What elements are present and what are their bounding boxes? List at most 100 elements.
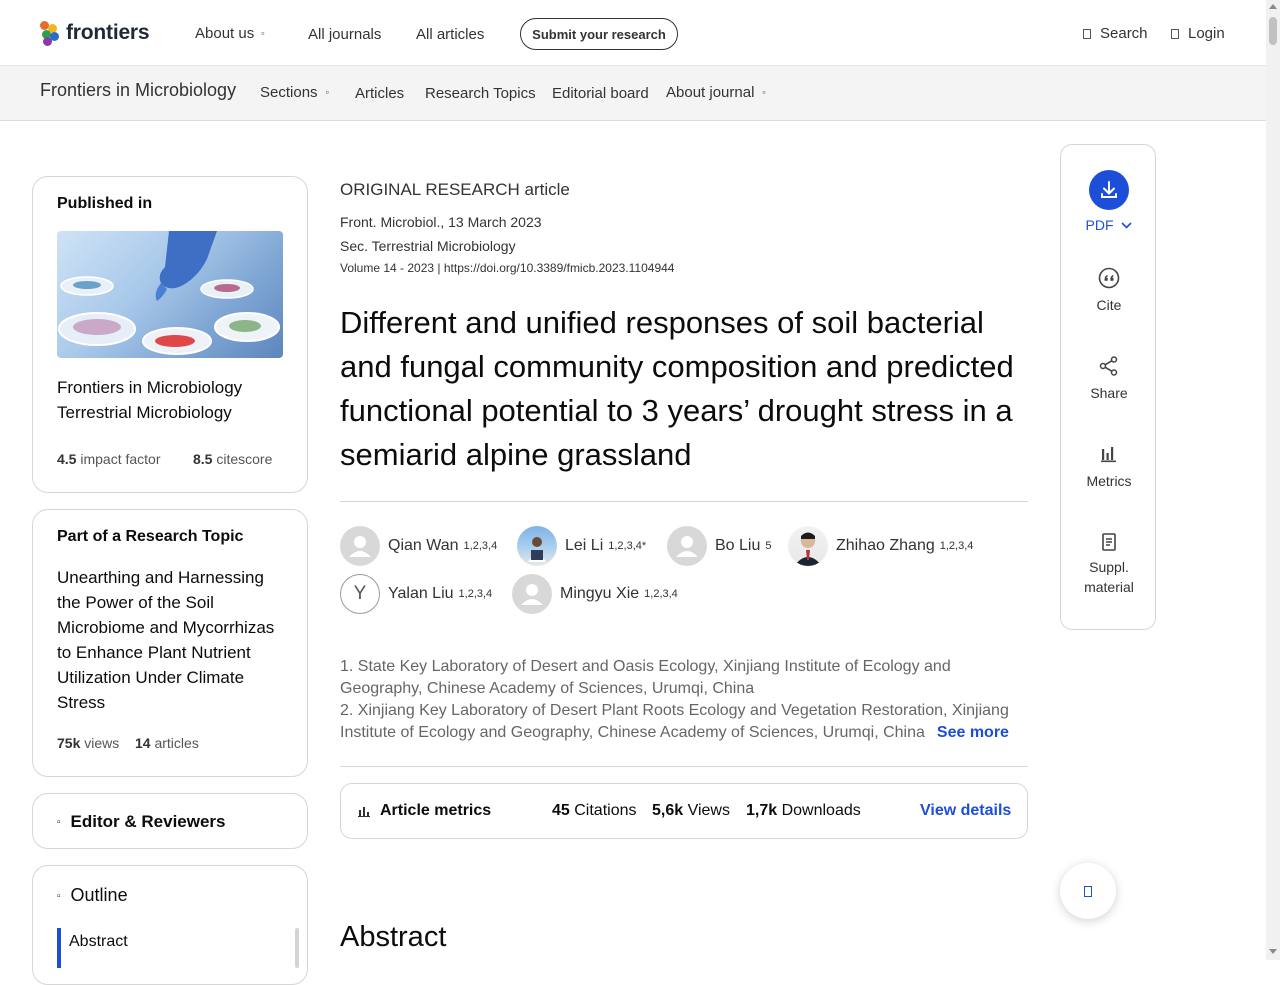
topic-views-value: 75k	[57, 735, 81, 751]
article-tools-panel: PDF Cite Share Metrics Suppl. material	[1060, 144, 1156, 630]
citescore: 8.5 citescore	[193, 451, 272, 467]
petri-dish-illustration	[58, 231, 280, 355]
editor-reviewers-toggle[interactable]: ▫ Editor & Reviewers	[32, 793, 308, 849]
frontiers-logo[interactable]: frontiers	[40, 20, 150, 46]
downloads-count: 1,7k Downloads	[746, 802, 861, 820]
supplementary-material-button[interactable]: Suppl. material	[1061, 531, 1157, 597]
subnav-sections-label: Sections	[260, 84, 318, 101]
subnav-articles[interactable]: Articles	[355, 85, 404, 102]
author-name: Mingyu Xie	[560, 585, 640, 602]
suppl-label-line1: Suppl.	[1089, 559, 1129, 575]
suppl-label-line2: material	[1084, 579, 1134, 595]
views-label: Views	[687, 802, 730, 819]
search-label: Search	[1100, 25, 1148, 42]
author-name: Lei Li	[565, 537, 604, 554]
share-label: Share	[1090, 385, 1128, 401]
chevron-down-icon: ▫	[762, 87, 766, 97]
avatar-letter: Y	[340, 574, 380, 614]
author-photo	[528, 537, 546, 562]
topic-articles-value: 14	[135, 735, 151, 751]
citescore-value: 8.5	[193, 451, 213, 467]
author-mingyu-xie[interactable]: Mingyu Xie 1,2,3,4	[512, 574, 678, 614]
author-name: Bo Liu	[715, 537, 761, 554]
topic-articles-label: articles	[154, 735, 199, 751]
avatar	[512, 574, 552, 614]
subnav-editorial-board[interactable]: Editorial board	[552, 85, 649, 102]
citations-count: 45 Citations	[552, 802, 637, 820]
subnav-about-journal[interactable]: About journal ▫	[666, 84, 766, 101]
divider	[340, 501, 1028, 502]
journal-name-link[interactable]: Frontiers in Microbiology	[40, 80, 236, 101]
impact-factor-label: impact factor	[80, 451, 161, 467]
view-details-link[interactable]: View details	[920, 802, 1011, 820]
impact-factor-value: 4.5	[57, 451, 77, 467]
published-journal-name[interactable]: Frontiers in Microbiology Terrestrial Mi…	[57, 375, 242, 425]
person-placeholder-icon	[349, 536, 371, 557]
submit-research-button[interactable]: Submit your research	[520, 18, 678, 50]
editor-reviewers-label: Editor & Reviewers	[70, 812, 226, 831]
topic-views: 75k views	[57, 735, 119, 751]
affiliations: 1. State Key Laboratory of Desert and Oa…	[340, 656, 1030, 744]
author-lei-li[interactable]: Lei Li 1,2,3,4*	[517, 526, 646, 566]
author-qian-wan[interactable]: Qian Wan 1,2,3,4	[340, 526, 497, 566]
research-topic-title: Part of a Research Topic	[57, 528, 244, 545]
article-type: ORIGINAL RESEARCH article	[340, 180, 570, 199]
research-topic-link[interactable]: Unearthing and Harnessing the Power of t…	[57, 565, 283, 715]
nav-about-us-label: About us	[195, 25, 255, 42]
author-bo-liu[interactable]: Bo Liu 5	[667, 526, 772, 566]
scroll-down-arrow-icon[interactable]	[1269, 949, 1277, 954]
metrics-label: Metrics	[1086, 473, 1132, 489]
article-metrics-label: Article metrics	[380, 802, 492, 819]
logo-text: frontiers	[66, 21, 150, 44]
nav-all-journals[interactable]: All journals	[308, 26, 381, 43]
floating-action-button[interactable]	[1060, 863, 1116, 919]
divider	[340, 766, 1028, 767]
search-icon	[1083, 28, 1091, 39]
journal-cover-image[interactable]	[57, 231, 283, 358]
download-pdf-button[interactable]	[1089, 170, 1129, 210]
author-affiliation-sup: 1,2,3,4	[463, 540, 498, 552]
search-button[interactable]: Search	[1083, 25, 1148, 42]
outline-card: ▫ Outline Abstract	[32, 865, 308, 985]
login-button[interactable]: Login	[1171, 25, 1225, 42]
pdf-dropdown[interactable]: PDF	[1061, 217, 1157, 233]
editor-reviewers-row: ▫ Editor & Reviewers	[57, 812, 226, 832]
author-zhihao-zhang[interactable]: Zhihao Zhang 1,2,3,4	[788, 526, 973, 566]
page-scrollbar[interactable]	[1266, 0, 1280, 960]
article-volume-doi[interactable]: Volume 14 - 2023 | https://doi.org/10.33…	[340, 261, 674, 275]
outline-active-indicator	[57, 928, 61, 968]
login-label: Login	[1188, 25, 1225, 42]
person-placeholder-icon	[676, 536, 698, 557]
scrollbar-thumb[interactable]	[1269, 17, 1277, 45]
affiliation-item: 2. Xinjiang Key Laboratory of Desert Pla…	[340, 700, 1030, 744]
article-title: Different and unified responses of soil …	[340, 305, 1014, 472]
subnav-research-topics[interactable]: Research Topics	[425, 85, 536, 102]
see-more-link[interactable]: See more	[937, 724, 1009, 741]
article-journal-date: Front. Microbiol., 13 March 2023	[340, 214, 542, 230]
subnav-sections[interactable]: Sections ▫	[260, 84, 329, 101]
share-button[interactable]: Share	[1061, 355, 1157, 401]
quote-icon	[1098, 267, 1120, 289]
author-name: Zhihao Zhang	[836, 537, 935, 554]
nav-all-articles[interactable]: All articles	[416, 26, 484, 43]
outline-header[interactable]: ▫ Outline	[57, 885, 128, 906]
chevron-down-icon	[1121, 222, 1133, 229]
avatar	[517, 526, 557, 566]
author-affiliation-sup: 1,2,3,4	[458, 588, 493, 600]
author-affiliation-sup: 1,2,3,4	[644, 588, 678, 600]
cite-button[interactable]: Cite	[1061, 267, 1157, 313]
author-yalan-liu[interactable]: Y Yalan Liu 1,2,3,4	[340, 574, 492, 614]
share-icon	[1099, 356, 1118, 376]
avatar	[788, 526, 828, 566]
topic-articles: 14 articles	[135, 735, 199, 751]
article-section[interactable]: Sec. Terrestrial Microbiology	[340, 238, 516, 254]
downloads-label: Downloads	[781, 802, 861, 819]
nav-about-us[interactable]: About us ▫	[195, 25, 264, 42]
metrics-button[interactable]: Metrics	[1061, 443, 1157, 489]
outline-item-abstract[interactable]: Abstract	[69, 933, 128, 951]
chevron-down-icon: ▫	[325, 87, 329, 97]
section-line: Terrestrial Microbiology	[57, 403, 232, 422]
outline-scrollbar[interactable]	[295, 928, 299, 968]
affiliation-text: 2. Xinjiang Key Laboratory of Desert Pla…	[340, 702, 1009, 741]
scroll-up-arrow-icon[interactable]	[1269, 4, 1277, 9]
